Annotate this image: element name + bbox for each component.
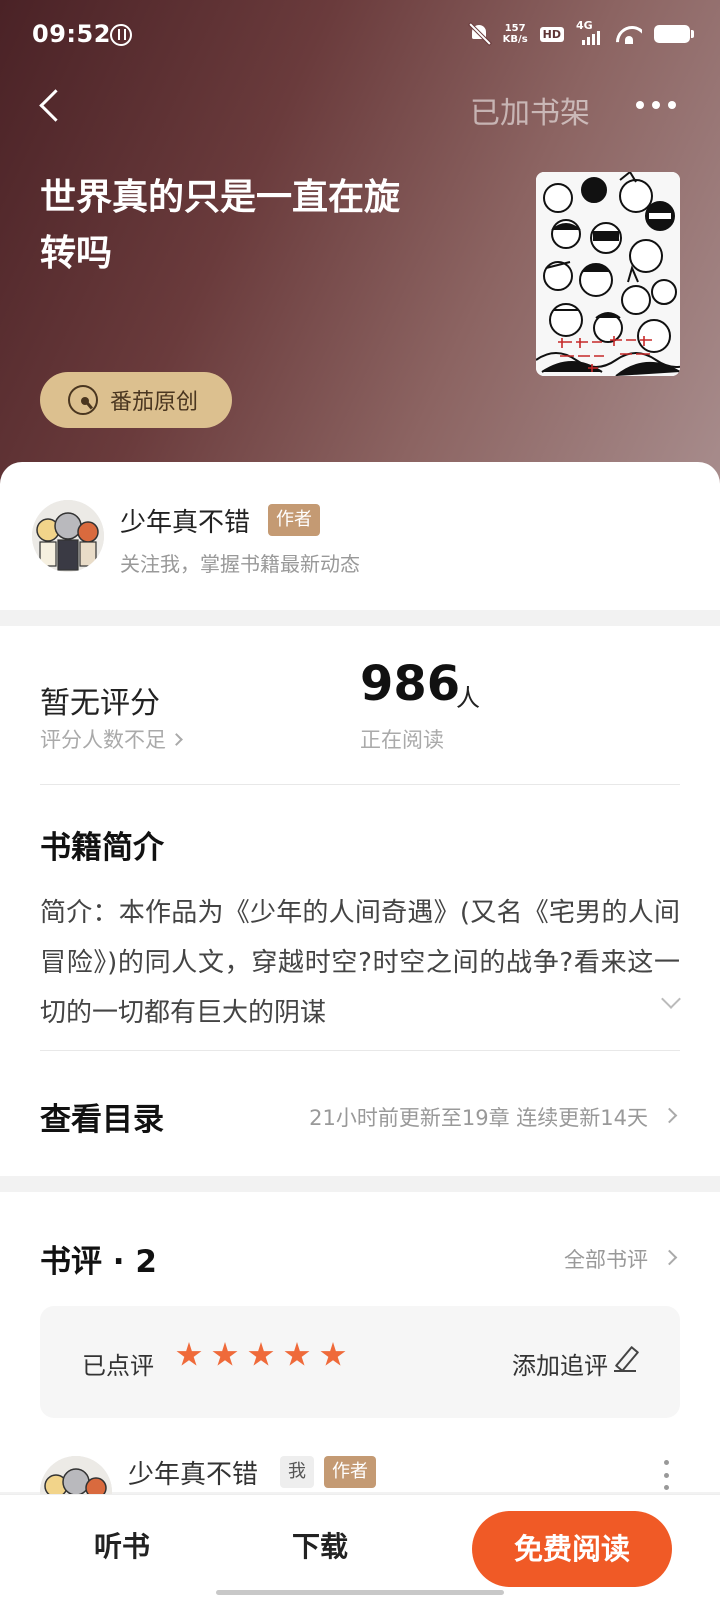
gauge-icon: [68, 385, 98, 415]
star-icon: [176, 1342, 202, 1366]
status-time: 09:52: [32, 20, 111, 48]
reader-count-label: 正在阅读: [360, 728, 444, 752]
star-rating: [176, 1342, 346, 1368]
author-follow-hint: 关注我，掌握书籍最新动态: [120, 552, 360, 576]
author-card[interactable]: 少年真不错 作者 关注我，掌握书籍最新动态: [0, 462, 720, 610]
reviewed-label: 已点评: [82, 1352, 154, 1380]
author-name[interactable]: 少年真不错: [120, 502, 250, 539]
book-cover[interactable]: [536, 172, 680, 376]
star-icon: [284, 1342, 310, 1366]
rating-subtitle-link[interactable]: 评分人数不足: [40, 724, 183, 754]
star-icon: [248, 1342, 274, 1366]
star-icon: [320, 1342, 346, 1366]
edit-pen-icon[interactable]: [614, 1346, 636, 1372]
bottom-action-bar: 听书 下载 免费阅读: [0, 1494, 720, 1600]
author-role-tag: 作者: [268, 504, 320, 536]
rating-title: 暂无评分: [40, 686, 160, 721]
divider: [40, 1050, 680, 1051]
chevron-right-icon[interactable]: [661, 1249, 678, 1266]
hd-icon: HD: [539, 26, 564, 42]
download-button[interactable]: 下载: [292, 1525, 348, 1565]
intro-title: 书籍简介: [40, 830, 164, 866]
network-speed-value: 157: [504, 23, 526, 34]
fanqie-original-badge[interactable]: 番茄原创: [40, 372, 232, 428]
book-title: 世界真的只是一直在旋转吗: [40, 177, 401, 274]
more-options-icon[interactable]: [636, 96, 682, 114]
chevron-right-icon: [170, 733, 183, 746]
toc-title[interactable]: 查看目录: [40, 1094, 164, 1139]
star-icon: [212, 1342, 238, 1366]
added-to-shelf-label[interactable]: 已加书架: [470, 88, 590, 132]
rating-subtitle: 评分人数不足: [40, 728, 166, 752]
all-reviews-link[interactable]: 全部书评: [564, 1244, 648, 1274]
toc-update-info[interactable]: 21小时前更新至19章 连续更新14天: [309, 1102, 648, 1132]
badge-label: 番茄原创: [110, 390, 199, 415]
review-more-icon[interactable]: [664, 1460, 670, 1490]
home-indicator[interactable]: [216, 1590, 504, 1595]
my-review-box[interactable]: 已点评 添加追评: [40, 1306, 680, 1418]
status-icons: 157 KB/s HD 4G: [469, 19, 694, 46]
reviews-title: 书评 · 2: [40, 1244, 157, 1280]
avatar-illustration: [32, 500, 104, 572]
reviewer-name[interactable]: 少年真不错: [128, 1454, 258, 1491]
battery-icon: [654, 25, 694, 43]
free-read-button[interactable]: 免费阅读: [472, 1511, 672, 1587]
divider: [40, 784, 680, 785]
reader-count-unit: 人: [456, 684, 480, 712]
chevron-right-icon[interactable]: [661, 1107, 678, 1124]
status-bar: 09:52 157 KB/s HD 4G: [0, 0, 720, 72]
signal-icon: 4G: [576, 19, 604, 45]
book-info-card: 暂无评分 评分人数不足 986 人 正在阅读 书籍简介 简介：本作品为《少年的人…: [0, 626, 720, 1176]
mute-icon: [469, 22, 491, 46]
reviews-card: 书评 · 2 全部书评 已点评 添加追评 少年真不错 我 作者: [0, 1192, 720, 1528]
author-role-tag: 作者: [324, 1456, 376, 1488]
back-button[interactable]: [36, 84, 76, 128]
author-avatar[interactable]: [32, 500, 104, 572]
me-tag: 我: [280, 1456, 314, 1488]
add-followup-button[interactable]: 添加追评: [512, 1346, 608, 1381]
network-speed: 157 KB/s: [503, 23, 528, 45]
app-notification-icon: [110, 24, 132, 46]
listen-button[interactable]: 听书: [94, 1525, 150, 1565]
reader-count: 986: [360, 656, 461, 712]
cover-illustration: [536, 172, 680, 376]
wifi-icon: [616, 24, 642, 44]
book-header: 09:52 157 KB/s HD 4G 已加书架 世界真的只是一直在旋转吗 番…: [0, 0, 720, 500]
network-speed-unit: KB/s: [502, 34, 528, 45]
